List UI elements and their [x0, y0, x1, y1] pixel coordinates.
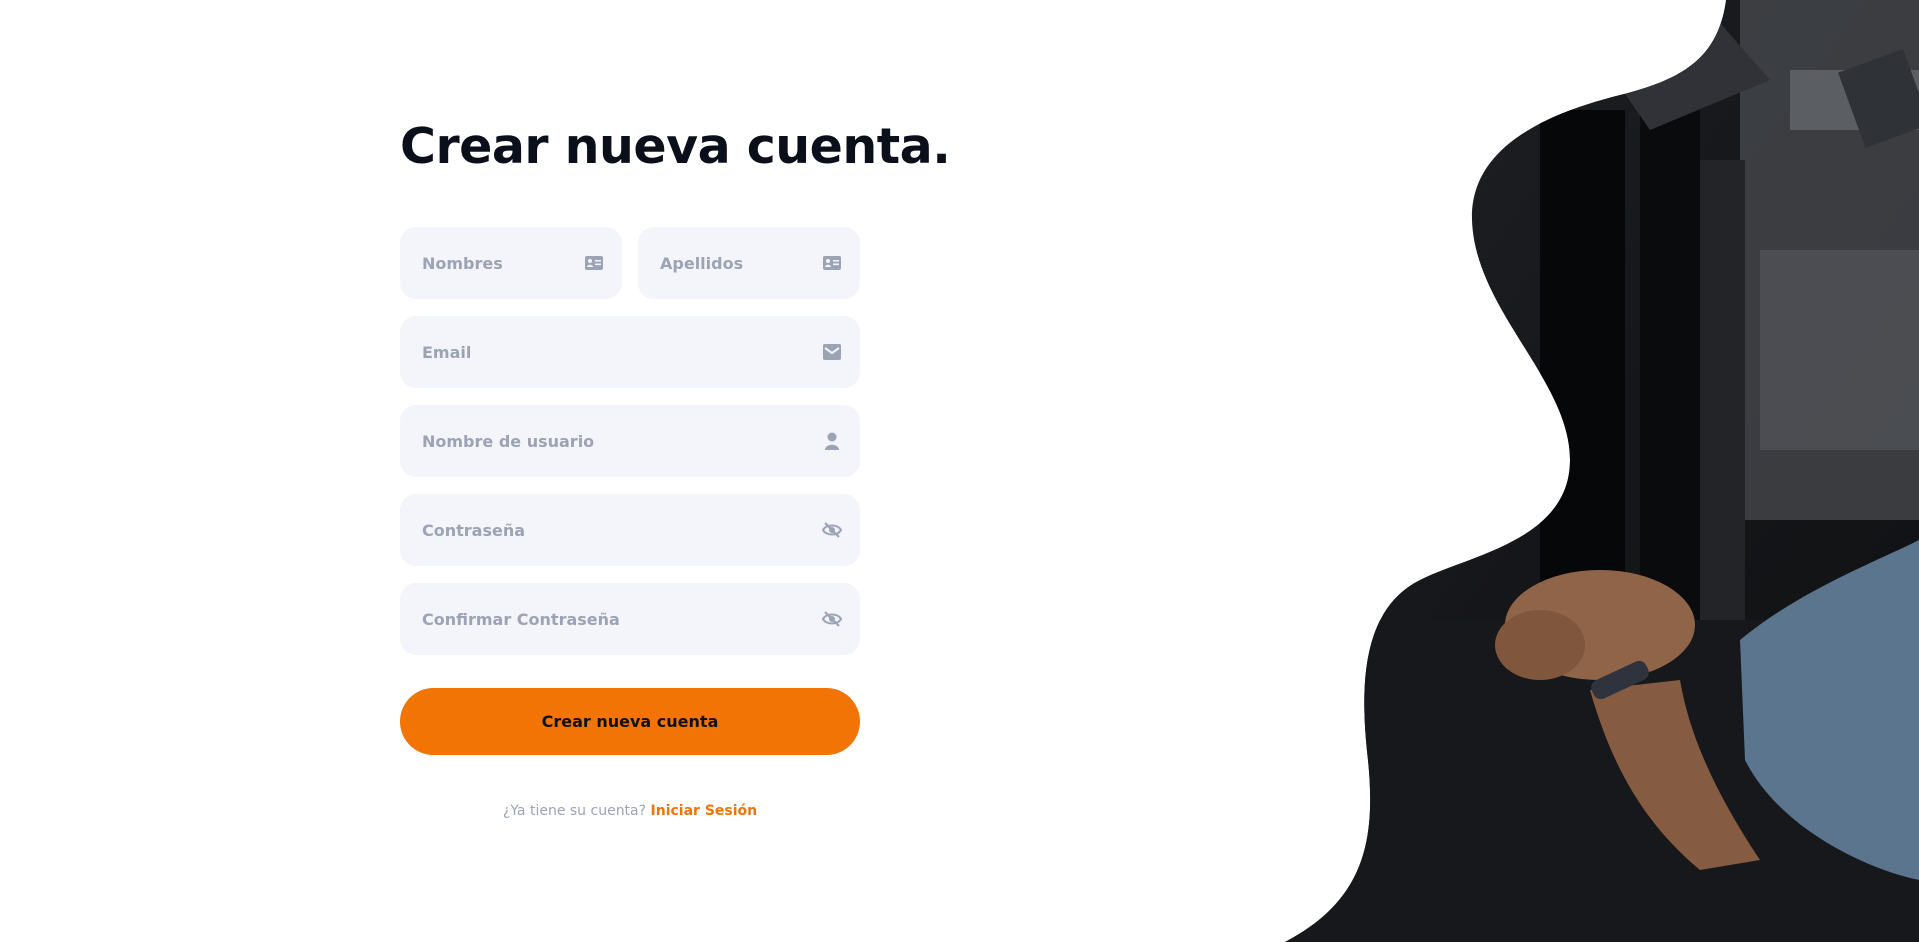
first-name-field[interactable]: [400, 227, 622, 299]
page-title: Crear nueva cuenta.: [400, 118, 951, 175]
envelope-icon: [822, 342, 842, 362]
hero-image: [1285, 0, 1919, 942]
username-field[interactable]: [400, 405, 860, 477]
password-input[interactable]: [420, 519, 822, 541]
register-form: Crear nueva cuenta. Nombres Apellidos Em…: [400, 0, 951, 942]
confirm-password-field[interactable]: [400, 583, 860, 655]
user-icon: [822, 431, 842, 451]
email-field[interactable]: [400, 316, 860, 388]
first-name-input[interactable]: [420, 252, 584, 274]
id-card-icon: [822, 253, 842, 273]
email-input[interactable]: [420, 341, 822, 363]
login-prompt: ¿Ya tiene su cuenta? Iniciar Sesión: [400, 803, 860, 819]
eye-slash-icon[interactable]: [822, 609, 842, 629]
eye-slash-icon[interactable]: [822, 520, 842, 540]
confirm-password-input[interactable]: [420, 608, 822, 630]
password-field[interactable]: [400, 494, 860, 566]
create-account-button[interactable]: Crear nueva cuenta: [400, 688, 860, 755]
login-link[interactable]: Iniciar Sesión: [651, 803, 758, 819]
login-prompt-text: ¿Ya tiene su cuenta?: [502, 803, 647, 819]
last-name-field[interactable]: [638, 227, 860, 299]
last-name-input[interactable]: [658, 252, 822, 274]
username-input[interactable]: [420, 430, 822, 452]
id-card-icon: [584, 253, 604, 273]
